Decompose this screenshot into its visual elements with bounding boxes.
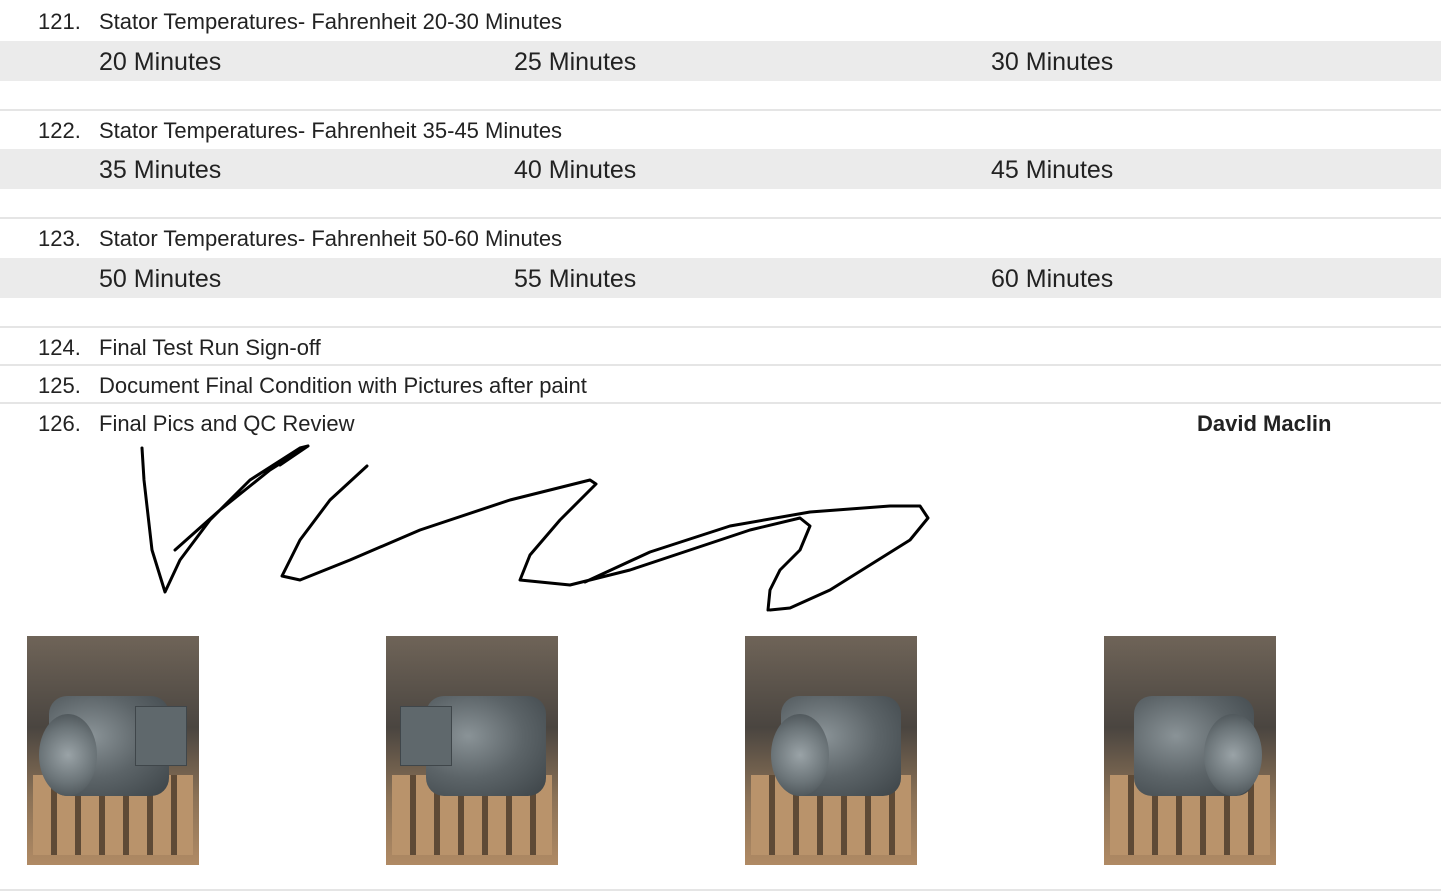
column-value: 45 Minutes	[991, 156, 1114, 184]
item-125-row: 125. Document Final Condition with Pictu…	[0, 364, 1441, 402]
motor-photo-1	[27, 636, 199, 865]
column-value: 30 Minutes	[991, 48, 1114, 76]
spacer	[0, 189, 1441, 217]
signature-image	[140, 444, 930, 612]
item-122-values: 35 Minutes 40 Minutes 45 Minutes	[0, 149, 1441, 189]
item-label: Stator Temperatures- Fahrenheit 50-60 Mi…	[99, 226, 563, 251]
item-number: 124.	[38, 335, 81, 360]
item-number: 125.	[38, 373, 81, 398]
motor-photo-2	[386, 636, 558, 865]
divider	[0, 889, 1441, 891]
item-label: Document Final Condition with Pictures a…	[99, 373, 587, 398]
item-label: Final Test Run Sign-off	[99, 335, 321, 360]
column-value: 60 Minutes	[991, 265, 1114, 293]
column-value: 50 Minutes	[99, 265, 222, 293]
item-122-row: 122. Stator Temperatures- Fahrenheit 35-…	[0, 109, 1441, 147]
column-value: 35 Minutes	[99, 156, 222, 184]
item-124-row: 124. Final Test Run Sign-off	[0, 326, 1441, 364]
spacer	[0, 81, 1441, 109]
motor-photo-3	[745, 636, 917, 865]
column-value: 55 Minutes	[514, 265, 637, 293]
spacer	[0, 298, 1441, 326]
column-value: 25 Minutes	[514, 48, 637, 76]
motor-photo-4	[1104, 636, 1276, 865]
item-number: 121.	[38, 9, 81, 34]
column-value: 40 Minutes	[514, 156, 637, 184]
item-label: Final Pics and QC Review	[99, 411, 355, 436]
signer-name: David Maclin	[1197, 411, 1332, 436]
column-value: 20 Minutes	[99, 48, 222, 76]
item-number: 123.	[38, 226, 81, 251]
item-number: 126.	[38, 411, 81, 436]
item-121-values: 20 Minutes 25 Minutes 30 Minutes	[0, 41, 1441, 81]
item-121-row: 121. Stator Temperatures- Fahrenheit 20-…	[0, 2, 1441, 38]
item-label: Stator Temperatures- Fahrenheit 20-30 Mi…	[99, 9, 563, 34]
item-123-values: 50 Minutes 55 Minutes 60 Minutes	[0, 258, 1441, 298]
item-label: Stator Temperatures- Fahrenheit 35-45 Mi…	[99, 118, 563, 143]
item-number: 122.	[38, 118, 81, 143]
item-123-row: 123. Stator Temperatures- Fahrenheit 50-…	[0, 217, 1441, 255]
